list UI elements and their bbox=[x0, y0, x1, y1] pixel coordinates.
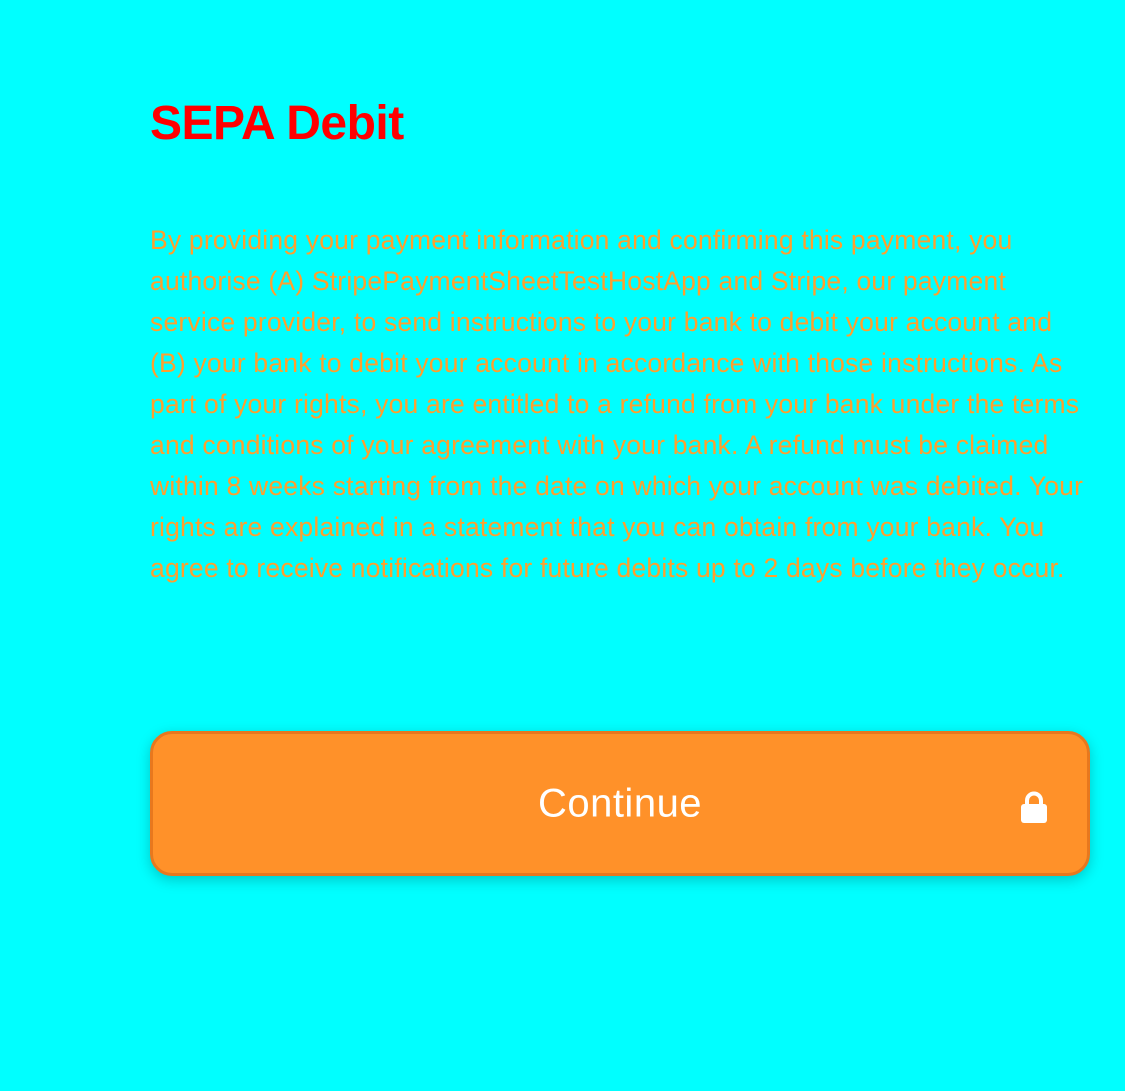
mandate-text: By providing your payment information an… bbox=[150, 225, 1084, 583]
lock-icon bbox=[1021, 791, 1047, 823]
page-title: SEPA Debit bbox=[150, 97, 404, 150]
continue-button-label: Continue bbox=[537, 781, 703, 825]
payment-sheet: SEPA Debit By providing your payment inf… bbox=[150, 0, 1095, 1091]
continue-button[interactable]: Continue bbox=[150, 731, 1090, 876]
